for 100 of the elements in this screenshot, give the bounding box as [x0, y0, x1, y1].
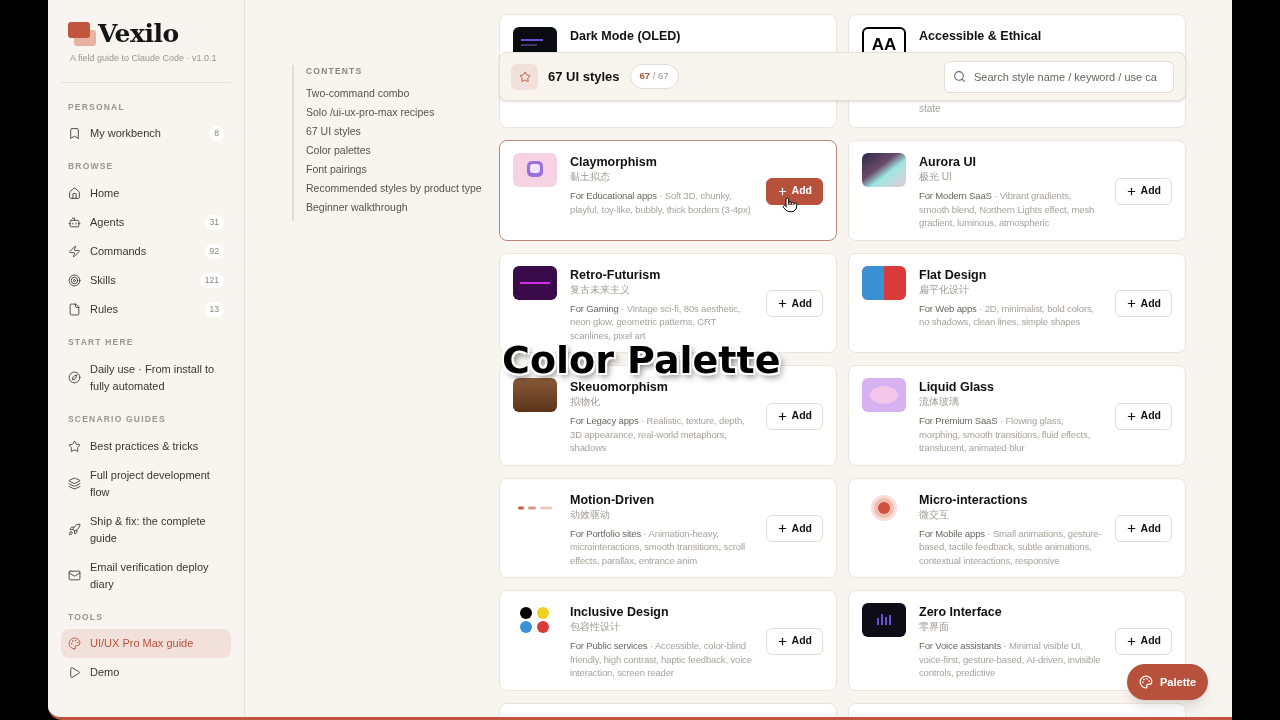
search-field[interactable]: Search style name / keyword / use ca: [944, 60, 1174, 93]
add-button[interactable]: Add: [1114, 402, 1172, 430]
rounded-square-thumbnail-icon: [513, 153, 557, 187]
compass-icon: [68, 371, 81, 385]
style-description: For Portfolio sites · Animation-heavy, microinteractions, smooth transitions, scroll effects, parallax, entrance anim: [570, 526, 746, 567]
sidebar-item[interactable]: Agents 31: [61, 208, 231, 237]
sidebar-item[interactable]: Ship & fix: the complete guide: [61, 506, 231, 553]
sidebar-item[interactable]: My workbench 8: [61, 119, 231, 149]
sidebar-item-label: Commands: [90, 244, 148, 259]
bars-thumbnail-icon: [862, 603, 906, 637]
add-button[interactable]: Add: [1114, 515, 1172, 543]
home-icon: [68, 187, 81, 200]
section-label: TOOLS: [68, 610, 105, 624]
count-pill: 67 / 67: [629, 64, 679, 89]
style-description: For Public services · Accessible, color-blind friendly, high contrast, haptic feedback, voice interaction, screen reader: [570, 639, 753, 680]
mail-icon: [68, 569, 81, 582]
sidebar-item[interactable]: Rules 13: [61, 295, 231, 324]
logo-icon: [68, 22, 96, 48]
style-description: For Legacy apps · Realistic, texture, depth, 3D appearance, real-world metaphors, shadows: [570, 414, 746, 455]
contents-link[interactable]: Beginner walkthrough: [306, 197, 499, 217]
sidebar-item-label: Best practices & tricks: [90, 438, 200, 454]
sidebar-item[interactable]: UI/UX Pro Max guide: [61, 629, 231, 659]
style-chinese-name: 包容性设计: [570, 620, 621, 634]
style-name: Inclusive Design: [570, 604, 670, 620]
style-name: Accessible & Ethical: [919, 28, 1043, 44]
sidebar-item[interactable]: Full project development flow: [61, 460, 231, 507]
plus-icon: [1125, 523, 1137, 535]
four-dots-thumbnail-icon: [519, 607, 551, 633]
sidebar-item-label: Skills: [90, 273, 117, 288]
count-badge: 121: [199, 273, 224, 288]
pulse-dot-thumbnail-icon: [870, 493, 898, 522]
add-button[interactable]: Add: [1114, 177, 1172, 205]
style-description: For Modern SaaS · Vibrant gradients, smooth blend, Northern Lights effect, mesh gradient, luminous, atmospheric: [919, 189, 1096, 230]
sidebar-item-label: Rules: [90, 302, 120, 317]
style-name: Micro-interactions: [919, 491, 1029, 508]
section-label: PERSONAL: [68, 100, 126, 114]
star-icon: [518, 70, 531, 83]
plus-icon: [776, 523, 788, 535]
sidebar-item[interactable]: Demo: [61, 658, 231, 688]
plus-icon: [1125, 185, 1137, 197]
style-description: For Voice assistants · Minimal visible UI, voice-first, gesture-based, AI-driven, invisible controls, predictive: [919, 639, 1102, 680]
sidebar-item[interactable]: Skills 121: [61, 266, 231, 295]
style-description: For Educational apps · Soft 3D, chunky, playful, toy-like, bubbly, thick borders (3-4px): [570, 189, 752, 216]
add-button[interactable]: Add: [765, 177, 823, 205]
sidebar-item[interactable]: Home: [61, 179, 231, 208]
sidebar-item[interactable]: Daily use · From install to fully automated: [61, 354, 231, 401]
section-label: START HERE: [68, 336, 135, 349]
style-name: Dark Mode (OLED): [570, 28, 682, 44]
palette-icon: [1139, 675, 1153, 689]
sidebar-item-label: Ship & fix: the complete guide: [90, 513, 207, 546]
glass-thumbnail-icon: [862, 378, 906, 412]
style-chinese-name: 零界面: [919, 620, 950, 634]
style-name: Motion-Driven: [570, 491, 656, 508]
sidebar-item-label: Full project development flow: [90, 467, 211, 500]
style-description: For Web apps · 2D, minimalist, bold colors, no shadows, clean lines, simple shapes: [919, 301, 1095, 329]
plus-icon: [1125, 410, 1137, 422]
contents-link[interactable]: Color palettes: [306, 140, 499, 160]
contents-link[interactable]: 67 UI styles: [306, 121, 499, 141]
style-name: Flat Design: [919, 266, 988, 283]
sidebar-item-label: Demo: [90, 665, 121, 681]
style-description: state: [919, 102, 942, 116]
style-chinese-name: 黏土拟态: [570, 170, 611, 184]
sidebar-item-label: Agents: [90, 215, 126, 230]
sidebar-item-label: My workbench: [90, 126, 162, 142]
count-badge: 92: [204, 244, 224, 259]
contents-link[interactable]: Two-command combo: [306, 83, 499, 103]
add-button[interactable]: Add: [765, 515, 823, 543]
sidebar-item[interactable]: Email verification deploy diary: [61, 552, 231, 599]
palette-button[interactable]: Palette: [1127, 664, 1209, 700]
count-badge: 8: [209, 126, 224, 142]
style-chinese-name: 扁平化设计: [919, 282, 970, 297]
style-name: Liquid Glass: [919, 379, 995, 395]
neon-line-thumbnail-icon: [513, 265, 557, 300]
file-icon: [68, 303, 81, 316]
search-icon: [953, 70, 966, 83]
style-name: Zero Interface: [919, 604, 1003, 620]
style-chinese-name: 动效驱动: [570, 507, 611, 522]
bookmark-icon: [68, 127, 81, 141]
dashes-thumbnail-icon: [518, 504, 552, 511]
star-icon: [68, 439, 81, 453]
add-button[interactable]: Add: [1114, 290, 1172, 318]
palette-icon: [68, 637, 81, 651]
contents-link[interactable]: Font pairings: [306, 159, 499, 179]
count-badge: 31: [204, 215, 224, 230]
contents-link[interactable]: Solo /ui-ux-pro-max recipes: [306, 102, 499, 122]
style-description: For Premium SaaS · Flowing glass, morphing, smooth transitions, fluid effects, translucent, animated blur: [919, 414, 1092, 455]
style-name: Retro-Futurism: [570, 266, 662, 283]
sidebar-item[interactable]: Best practices & tricks: [61, 431, 231, 461]
add-button[interactable]: Add: [765, 290, 823, 318]
add-button[interactable]: Add: [765, 402, 823, 430]
style-chinese-name: 极光 UI: [919, 170, 953, 184]
contents-link[interactable]: Recommended styles by product type: [306, 178, 499, 198]
sidebar-item[interactable]: Commands 92: [61, 237, 231, 266]
plus-icon: [776, 410, 788, 422]
logo-text: Vexilo: [98, 20, 179, 48]
plus-icon: [776, 298, 788, 310]
add-button[interactable]: Add: [765, 627, 823, 655]
pointer-cursor-icon: [782, 197, 798, 213]
add-button[interactable]: Add: [1114, 627, 1172, 655]
lightning-icon: [68, 245, 81, 258]
